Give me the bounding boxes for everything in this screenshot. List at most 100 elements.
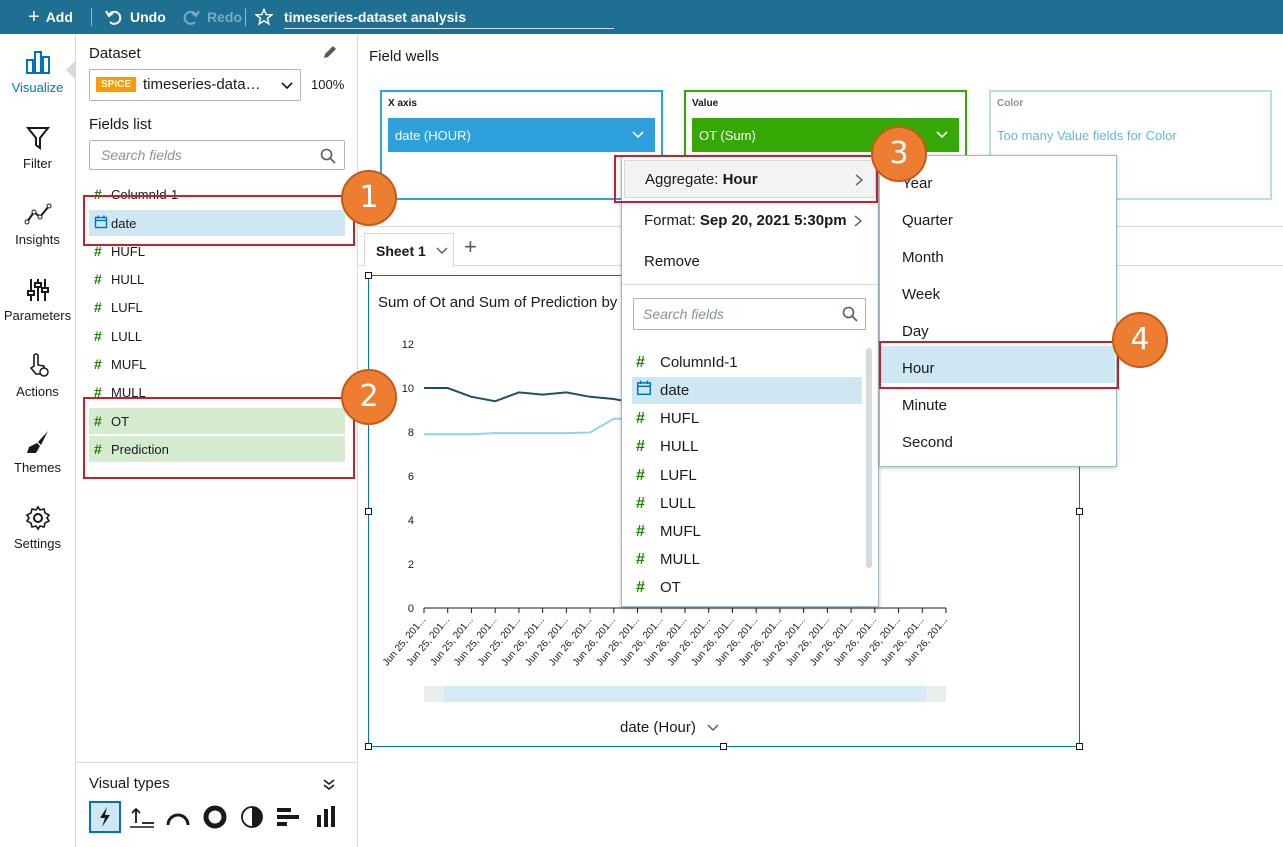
menu-field-item[interactable]: # LUFL — [632, 462, 862, 489]
search-placeholder: Search fields — [101, 147, 182, 163]
field-label: MULL — [660, 551, 701, 568]
measure-hash-icon: # — [636, 522, 645, 540]
menu-field-item[interactable]: # OT — [632, 574, 862, 601]
chart-scrollbar[interactable] — [424, 686, 946, 702]
horizontal-bar-visual-icon[interactable] — [274, 803, 302, 831]
menu-field-item[interactable]: # ColumnId-1 — [632, 349, 862, 376]
field-label: HULL — [660, 438, 699, 455]
parameters-icon — [26, 279, 49, 301]
color-well-message: Too many Value fields for Color — [997, 128, 1177, 143]
menu-field-item[interactable]: # HULL — [632, 433, 862, 460]
nav-actions[interactable]: Actions — [0, 352, 75, 399]
highlight-box-hour — [879, 341, 1119, 389]
submenu-item-day[interactable]: Day — [902, 323, 929, 340]
dataset-name: timeseries-data… — [143, 76, 261, 93]
top-toolbar: + Add Undo Redo timeseries-dataset analy… — [0, 0, 1283, 34]
visual-types-section: Visual types — [76, 762, 357, 847]
nav-parameters[interactable]: Parameters — [0, 276, 75, 323]
fields-list-label: Fields list — [89, 116, 152, 133]
submenu-item-week[interactable]: Week — [902, 286, 940, 303]
submenu-item-month[interactable]: Month — [902, 249, 944, 266]
menu-field-item[interactable]: # MUFL — [632, 518, 862, 545]
submenu-item-minute[interactable]: Minute — [902, 397, 947, 414]
field-label: LULL — [660, 495, 696, 512]
measure-hash-icon: # — [636, 466, 645, 484]
donut-visual-icon[interactable] — [201, 803, 229, 831]
fields-search-input[interactable]: Search fields — [89, 140, 345, 170]
nav-themes[interactable]: Themes — [0, 428, 75, 475]
nav-label: Visualize — [11, 80, 64, 95]
field-label: HUFL — [660, 410, 700, 427]
nav-settings[interactable]: Settings — [0, 504, 75, 551]
dataset-select[interactable]: SPICE timeseries-data… — [89, 69, 301, 101]
x-axis-field-pill[interactable]: date (HOUR) — [388, 118, 655, 152]
pill-label: date (HOUR) — [395, 127, 471, 143]
themes-icon — [26, 431, 48, 453]
step-badge-4: 4 — [1112, 312, 1168, 368]
add-sheet-button[interactable]: + — [464, 234, 477, 260]
menu-field-item[interactable]: # HUFL — [632, 405, 862, 432]
pie-visual-icon[interactable] — [238, 803, 266, 831]
y-tick-label: 4 — [408, 515, 414, 527]
menu-item-format[interactable]: Format: Sep 20, 2021 5:30pm — [624, 203, 876, 239]
gauge-visual-icon[interactable] — [164, 803, 192, 831]
measure-hash-icon: # — [636, 409, 645, 427]
nav-visualize[interactable]: Visualize — [0, 48, 75, 95]
left-navigation: Visualize Filter Insights Parameters Act… — [0, 34, 76, 847]
resize-handle[interactable] — [720, 743, 727, 750]
visualize-icon — [25, 51, 50, 74]
field-item[interactable]: # HULL — [89, 266, 345, 292]
plus-icon: + — [28, 5, 40, 28]
dataset-label: Dataset — [89, 45, 141, 62]
search-icon — [842, 306, 858, 322]
x-axis-title[interactable]: date (Hour) — [620, 719, 720, 736]
field-label: date — [660, 382, 690, 399]
menu-field-item[interactable]: # LULL — [632, 490, 862, 517]
menu-field-item-date[interactable]: date — [632, 377, 862, 404]
menu-field-item[interactable]: # MULL — [632, 546, 862, 573]
nav-label: Settings — [14, 536, 61, 551]
menu-item-remove[interactable]: Remove — [624, 244, 876, 280]
step-badge-1: 1 — [341, 170, 397, 226]
pencil-icon[interactable] — [321, 43, 339, 61]
favorite-star-button[interactable] — [255, 0, 273, 34]
submenu-item-second[interactable]: Second — [902, 434, 953, 451]
nav-filter[interactable]: Filter — [0, 124, 75, 171]
redo-icon — [183, 10, 200, 25]
resize-handle[interactable] — [365, 743, 372, 750]
menu-item-label: Remove — [644, 253, 700, 270]
redo-button[interactable]: Redo — [181, 0, 242, 34]
chevron-down-icon — [707, 724, 719, 732]
resize-handle[interactable] — [1076, 743, 1083, 750]
measure-hash-icon: # — [94, 356, 102, 372]
submenu-item-quarter[interactable]: Quarter — [902, 212, 953, 229]
y-tick-label: 0 — [408, 603, 414, 615]
nav-label: Actions — [16, 384, 59, 399]
vertical-bar-visual-icon[interactable] — [312, 803, 340, 831]
field-item[interactable]: # LUFL — [89, 294, 345, 320]
resize-handle[interactable] — [365, 508, 372, 515]
add-button[interactable]: + Add — [28, 0, 73, 34]
menu-scrollbar[interactable] — [866, 348, 872, 568]
nav-label: Parameters — [3, 308, 72, 323]
menu-item-label: Format: Sep 20, 2021 5:30pm — [644, 212, 847, 229]
measure-hash-icon: # — [636, 494, 645, 512]
undo-button[interactable]: Undo — [104, 0, 166, 34]
collapse-chevron-icon[interactable] — [321, 777, 337, 793]
value-label: Value — [692, 98, 719, 109]
field-item[interactable]: # MUFL — [89, 351, 345, 377]
nav-insights[interactable]: Insights — [0, 200, 75, 247]
search-placeholder: Search fields — [643, 306, 724, 322]
analysis-title-input[interactable]: timeseries-dataset analysis — [284, 9, 614, 29]
actions-icon — [29, 353, 49, 377]
chevron-down-icon — [281, 82, 293, 90]
kpi-visual-icon[interactable] — [128, 803, 156, 831]
menu-search-input[interactable]: Search fields — [633, 298, 866, 330]
scrollbar-thumb[interactable] — [444, 686, 926, 702]
field-item[interactable]: # LULL — [89, 323, 345, 349]
resize-handle[interactable] — [365, 272, 372, 279]
autograph-visual-button[interactable] — [89, 801, 121, 833]
series-line — [424, 417, 638, 436]
resize-handle[interactable] — [1076, 508, 1083, 515]
tab-sheet-1[interactable]: Sheet 1 — [364, 233, 454, 267]
